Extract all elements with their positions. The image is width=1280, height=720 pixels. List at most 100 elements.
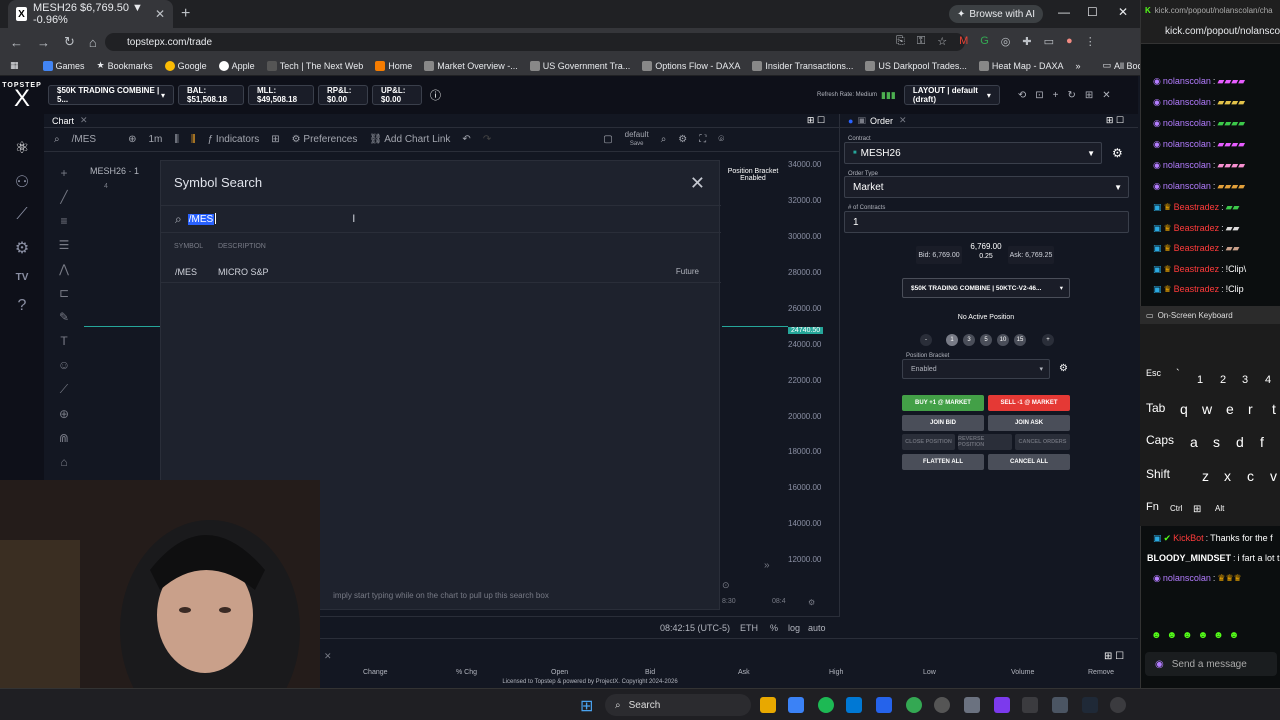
fullscreen-box-icon[interactable]: ▢ [603, 134, 612, 145]
undo-icon[interactable]: ↶ [462, 134, 470, 145]
qty-15-button[interactable]: 15 [1014, 334, 1026, 346]
notification-app-icon[interactable] [1110, 697, 1126, 713]
col-pct-change[interactable]: % Chg [456, 669, 477, 676]
close-chart-tab-icon[interactable]: ✕ [80, 115, 88, 126]
key-v[interactable]: v [1270, 468, 1277, 484]
col-bid[interactable]: Bid [645, 669, 655, 676]
qty-10-button[interactable]: 10 [997, 334, 1009, 346]
send-message-input[interactable]: ◉ Send a message [1145, 652, 1277, 676]
qty-plus-button[interactable]: + [1042, 334, 1054, 346]
kick-url-bar[interactable]: kick.com/popout/nolanscolan/cha [1141, 20, 1280, 44]
store-icon[interactable] [846, 697, 862, 713]
col-volume[interactable]: Volume [1011, 669, 1034, 676]
indicators-button[interactable]: ƒ Indicators [208, 134, 260, 145]
info-icon[interactable]: ⓘ [430, 87, 441, 103]
contract-selector[interactable]: ■ MESH26 ▼ [844, 142, 1102, 164]
camera-icon[interactable]: ⌾ [718, 134, 724, 145]
key-s[interactable]: s [1213, 434, 1220, 450]
bookmark-tnw[interactable]: Tech | The Next Web [266, 60, 363, 71]
measure-icon[interactable]: ⟋ [60, 382, 68, 397]
password-icon[interactable]: ⚿ [917, 35, 925, 48]
brush-icon[interactable]: ✎ [59, 310, 69, 324]
bookmark-bookmarks[interactable]: ★ Bookmarks [97, 60, 153, 71]
bracket-settings-icon[interactable]: ⚙ [1059, 363, 1068, 374]
col-ask[interactable]: Ask [738, 669, 750, 676]
chart-search-icon[interactable]: ⌕ [661, 134, 667, 145]
home-icon[interactable]: ⌂ [89, 35, 97, 50]
panel-window-icons[interactable]: ⊞ ☐ [807, 115, 825, 126]
bookmark-us-gov[interactable]: US Government Tra... [529, 60, 630, 71]
contract-settings-icon[interactable]: ⚙ [1112, 146, 1123, 160]
sidebar-tv-icon[interactable]: TV [16, 272, 29, 283]
close-order-tab-icon[interactable]: ✕ [899, 115, 907, 126]
bookmark-games[interactable]: Games [42, 60, 85, 71]
zoom-in-icon[interactable]: ⊕ [59, 407, 69, 421]
key-windows-icon[interactable]: ⊞ [1193, 504, 1201, 515]
redo-icon[interactable]: ↷ [483, 134, 491, 145]
key-ctrl[interactable]: Ctrl [1170, 504, 1182, 513]
key-3[interactable]: 3 [1242, 374, 1248, 386]
key-e[interactable]: e [1226, 401, 1234, 417]
extension-g-icon[interactable]: G [980, 35, 989, 48]
obs-icon[interactable] [934, 697, 950, 713]
key-a[interactable]: a [1190, 434, 1198, 450]
contracts-input[interactable]: 1 [844, 211, 1129, 233]
percent-toggle[interactable]: % [770, 623, 778, 633]
log-toggle[interactable]: log [788, 623, 800, 633]
key-x[interactable]: x [1224, 468, 1231, 484]
key-backtick[interactable]: ` [1176, 368, 1180, 380]
layout-tool-icons[interactable]: ⟲⊡+↻⊞✕ [1018, 90, 1120, 101]
text-icon[interactable]: T [60, 334, 67, 348]
extension-m-icon[interactable]: M [959, 35, 968, 48]
key-4[interactable]: 4 [1265, 374, 1271, 386]
url-bar[interactable]: topstepx.com/trade [105, 33, 965, 51]
col-high[interactable]: High [829, 669, 843, 676]
crosshair-icon[interactable]: + [60, 166, 67, 180]
reverse-position-button[interactable]: REVERSE POSITION [958, 434, 1012, 450]
back-icon[interactable]: ← [10, 35, 23, 50]
ask-price[interactable]: Ask: 6,769.25 [1008, 246, 1054, 264]
extension-c-icon[interactable]: ◎ [1001, 35, 1011, 48]
puzzle-icon[interactable]: ✚ [1022, 35, 1031, 48]
account-selector[interactable]: $50K TRADING COMBINE | 5... ▾ [48, 85, 174, 105]
window-close-icon[interactable]: ✕ [1118, 5, 1128, 19]
key-esc[interactable]: Esc [1146, 368, 1161, 378]
key-d[interactable]: d [1236, 434, 1244, 450]
magnet-icon[interactable]: ⋒ [59, 431, 69, 445]
key-caps[interactable]: Caps [1146, 433, 1174, 447]
order-type-selector[interactable]: Market ▼ [844, 176, 1129, 198]
qty-3-button[interactable]: 3 [963, 334, 975, 346]
key-tab[interactable]: Tab [1146, 401, 1165, 415]
calculator-icon[interactable] [876, 697, 892, 713]
order-tab[interactable]: Order [870, 116, 893, 126]
copilot-icon[interactable] [788, 697, 804, 713]
key-t[interactable]: t [1272, 401, 1276, 417]
order-window-icons[interactable]: ⊞ ☐ [1106, 115, 1124, 126]
menu-icon[interactable]: ⋮ [1085, 35, 1096, 48]
add-chart-link-button[interactable]: ⛓ Add Chart Link [369, 134, 450, 145]
close-position-button[interactable]: CLOSE POSITION [902, 434, 955, 450]
bookmark-darkpool[interactable]: US Darkpool Trades... [865, 60, 967, 71]
bid-price[interactable]: Bid: 6,769.00 [916, 246, 962, 264]
browser-tab[interactable]: X MESH26 $6,769.50 ▼ -0.96% ✕ [8, 0, 173, 28]
watchlist-window-icons[interactable]: ⊞ ☐ [1104, 651, 1124, 662]
spotify-icon[interactable] [818, 697, 834, 713]
more-bookmarks-icon[interactable]: » [1075, 61, 1080, 71]
symbol-search-input[interactable]: /MES [187, 213, 217, 225]
qty-1-button[interactable]: 1 [946, 334, 958, 346]
settings-app-icon[interactable] [1052, 697, 1068, 713]
taskbar-app-icon[interactable] [1082, 697, 1098, 713]
join-bid-button[interactable]: JOIN BID [902, 415, 984, 431]
bookmark-heatmap[interactable]: Heat Map - DAXA [978, 60, 1063, 71]
chrome-icon[interactable] [906, 697, 922, 713]
new-tab-icon[interactable]: + [181, 5, 190, 23]
cancel-orders-button[interactable]: CANCEL ORDERS [1015, 434, 1070, 450]
close-icon[interactable]: ✕ [690, 173, 705, 194]
trendline-icon[interactable]: ╱ [60, 190, 67, 204]
sell-market-button[interactable]: SELL -1 @ MARKET [988, 395, 1070, 411]
close-tab-icon[interactable]: ✕ [155, 7, 165, 21]
interval-selector[interactable]: 1m [148, 134, 162, 145]
key-r[interactable]: r [1248, 401, 1253, 417]
sidebar-help-icon[interactable]: ? [18, 297, 27, 315]
goto-realtime-icon[interactable]: ⊙ [722, 580, 730, 591]
